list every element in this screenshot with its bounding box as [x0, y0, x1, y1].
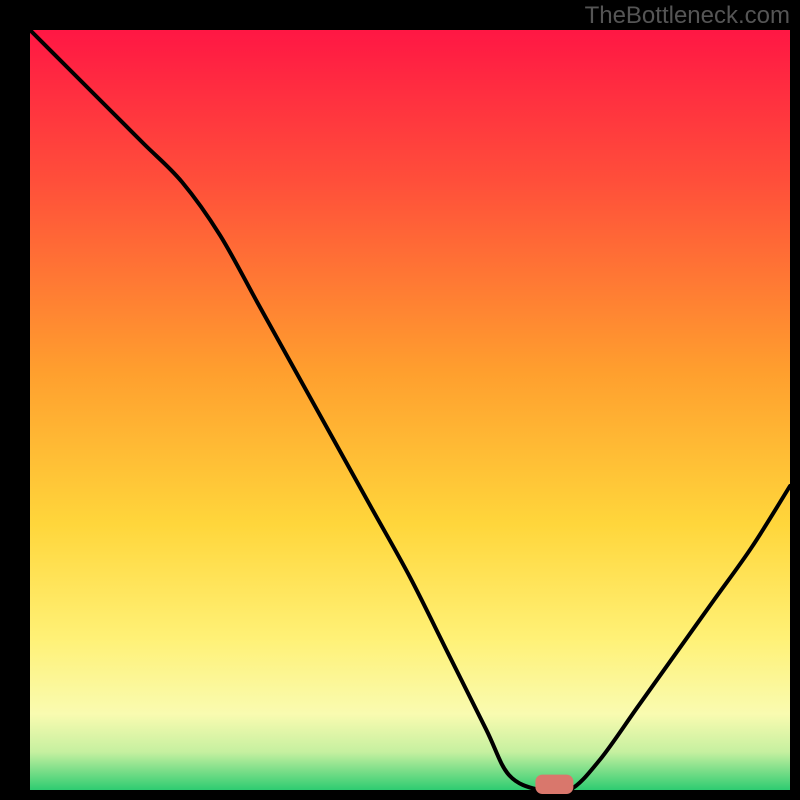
chart-svg [0, 0, 800, 800]
optimal-marker [535, 775, 573, 794]
bottleneck-chart: TheBottleneck.com [0, 0, 800, 800]
watermark-text: TheBottleneck.com [585, 2, 790, 30]
